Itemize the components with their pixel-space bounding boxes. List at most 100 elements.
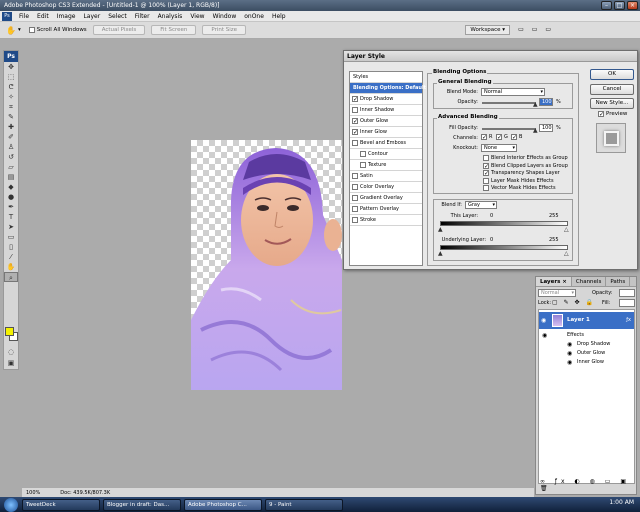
taskbar-item-photoshop[interactable]: Adobe Photoshop C... [184,498,262,511]
ok-button[interactable]: OK [590,69,634,80]
magic-wand-tool-icon[interactable]: ✧ [4,92,18,102]
menu-edit[interactable]: Edit [33,13,53,20]
notes-tool-icon[interactable]: ▯ [4,242,18,252]
this-layer-white-thumb[interactable]: △ [564,226,569,233]
foreground-color-swatch[interactable] [5,327,14,336]
pen-tool-icon[interactable]: ✒ [4,202,18,212]
blend-mode-select[interactable]: Normal [481,88,545,96]
menu-help[interactable]: Help [268,13,290,20]
advanced-option-blend-clipped-layers-as-group[interactable]: Blend Clipped Layers as Group [483,162,568,169]
marquee-tool-icon[interactable]: ⬚ [4,72,18,82]
channel-b-checkbox[interactable] [511,134,517,140]
style-item-texture[interactable]: Texture [350,160,422,171]
screen-mode-icon[interactable]: ▣ [4,358,18,368]
brush-tool-icon[interactable]: ✐ [4,132,18,142]
workspace-dropdown[interactable]: Workspace ▾ [465,25,510,35]
tab-paths[interactable]: Paths [606,277,631,286]
print-size-button[interactable]: Print Size [202,25,247,35]
this-layer-gradient[interactable] [440,221,568,226]
scroll-all-checkbox[interactable] [28,27,35,33]
opacity-slider[interactable] [482,102,536,104]
channel-g-checkbox[interactable] [496,134,502,140]
menu-view[interactable]: View [186,13,208,20]
eyedropper-tool-icon[interactable]: ⁄ [4,252,18,262]
layer-row-layer-1[interactable]: ◉ Layer 1 ƒx [539,312,634,329]
crop-tool-icon[interactable]: ⌗ [4,102,18,112]
stamp-tool-icon[interactable]: ♙ [4,142,18,152]
advanced-option-blend-interior-effects-as-group[interactable]: Blend Interior Effects as Group [483,155,568,161]
styles-header[interactable]: Styles [350,72,422,83]
style-item-color-overlay[interactable]: Color Overlay [350,182,422,193]
actual-pixels-button[interactable]: Actual Pixels [92,25,146,35]
scroll-all-option[interactable]: Scroll All Windows [28,27,87,33]
fit-screen-button[interactable]: Fit Screen [151,25,197,35]
style-item-checkbox[interactable] [352,129,358,135]
healing-tool-icon[interactable]: ✚ [4,122,18,132]
tab-channels[interactable]: Channels [572,277,607,286]
underlying-layer-gradient[interactable] [440,245,568,250]
menu-layer[interactable]: Layer [79,13,104,20]
menu-select[interactable]: Select [104,13,131,20]
advanced-option-checkbox[interactable] [483,177,489,184]
dodge-tool-icon[interactable]: ● [4,192,18,202]
channel-r[interactable]: R [481,134,492,140]
style-item-checkbox[interactable] [352,118,358,124]
this-layer-black-thumb[interactable]: ▲ [438,226,443,233]
effects-visibility-eye-icon[interactable]: ◉ [542,332,547,339]
style-item-checkbox[interactable] [352,107,358,113]
blend-if-select[interactable]: Gray [465,201,497,209]
channel-r-checkbox[interactable] [481,134,487,140]
tool-preset-chevron-icon[interactable]: ▾ [18,27,21,33]
advanced-option-checkbox[interactable] [483,162,489,169]
effect-item-outer-glow[interactable]: Outer Glow [577,350,605,356]
style-item-inner-shadow[interactable]: Inner Shadow [350,105,422,116]
slice-tool-icon[interactable]: ✎ [4,112,18,122]
app-icon[interactable]: Ps [2,11,12,21]
opacity-field[interactable]: 100 [539,98,553,106]
knockout-select[interactable]: None [481,144,517,152]
style-item-contour[interactable]: Contour [350,149,422,160]
menu-window[interactable]: Window [209,13,241,20]
style-item-drop-shadow[interactable]: Drop Shadow [350,94,422,105]
layers-panel-footer-icons[interactable]: ∞ ƒx ◐ ◍ ▭ ▣ 🗑 [540,478,636,492]
style-item-stroke[interactable]: Stroke [350,215,422,226]
advanced-option-vector-mask-hides-effects[interactable]: Vector Mask Hides Effects [483,185,556,191]
underlying-layer-black-thumb[interactable]: ▲ [438,250,443,257]
effect-item-inner-glow[interactable]: Inner Glow [577,359,604,365]
opacity-slider-thumb[interactable]: ▲ [533,101,538,108]
advanced-option-checkbox[interactable] [483,170,489,176]
lasso-tool-icon[interactable]: ᕦ [4,82,18,92]
close-button[interactable]: × [627,1,638,10]
style-item-checkbox[interactable] [352,206,358,212]
history-brush-tool-icon[interactable]: ↺ [4,152,18,162]
advanced-option-layer-mask-hides-effects[interactable]: Layer Mask Hides Effects [483,177,554,184]
underlying-layer-white-thumb[interactable]: △ [564,250,569,257]
advanced-option-checkbox[interactable] [483,185,489,191]
channel-g[interactable]: G [496,134,508,140]
style-item-checkbox[interactable] [352,195,358,201]
taskbar-item-blogger[interactable]: Blogger in draft: Das... [103,498,181,511]
tab-layers[interactable]: Layers × [536,277,572,286]
maximize-button[interactable]: □ [614,1,625,10]
quick-mask-icon[interactable]: ◌ [4,347,18,357]
fill-opacity-slider-thumb[interactable]: ▲ [533,127,538,134]
channel-b[interactable]: B [511,134,522,140]
fill-opacity-field[interactable]: 100 [539,124,553,132]
zoom-level[interactable]: 100% [26,490,40,496]
menu-image[interactable]: Image [53,13,80,20]
style-item-checkbox[interactable] [352,184,358,190]
advanced-option-transparency-shapes-layer[interactable]: Transparency Shapes Layer [483,170,560,176]
zoom-tool-icon[interactable]: ⌕ [4,272,18,282]
layer-opacity-field[interactable] [619,289,635,297]
hand-tool-icon[interactable]: ✋ [4,262,18,272]
layer-blend-mode-select[interactable]: Normal [538,289,576,297]
minimize-button[interactable]: – [601,1,612,10]
hand-tool-icon[interactable]: ✋ [6,26,16,35]
menu-filter[interactable]: Filter [131,13,154,20]
taskbar-item-paint[interactable]: 9 - Paint [265,498,343,511]
style-item-checkbox[interactable] [352,217,358,223]
move-tool-icon[interactable]: ✥ [4,62,18,72]
style-item-bevel-and-emboss[interactable]: Bevel and Emboss [350,138,422,149]
style-item-gradient-overlay[interactable]: Gradient Overlay [350,193,422,204]
shape-tool-icon[interactable]: ▭ [4,232,18,242]
